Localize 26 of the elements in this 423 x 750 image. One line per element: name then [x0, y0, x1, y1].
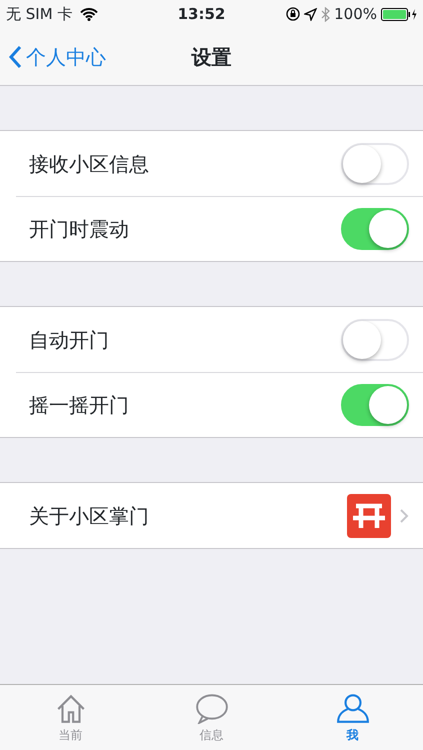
app-logo-icon [347, 494, 391, 538]
back-chevron-icon [8, 45, 22, 69]
tab-item[interactable]: 信息 [141, 685, 282, 750]
tab-item[interactable]: 我 [282, 685, 423, 750]
back-button[interactable]: 个人中心 [0, 42, 114, 72]
time-text: 13:52 [178, 4, 226, 23]
bluetooth-icon [321, 6, 330, 22]
setting-label: 自动开门 [29, 326, 110, 354]
battery-text: 100% [334, 4, 377, 25]
about-row[interactable]: 关于小区掌门 [0, 483, 423, 548]
toggle-switch[interactable] [341, 384, 409, 426]
setting-label: 开门时震动 [29, 216, 130, 242]
toggle-switch[interactable] [341, 208, 409, 250]
nav-title: 设置 [192, 45, 232, 69]
location-icon [304, 8, 318, 20]
chat-bubble-icon [194, 692, 228, 724]
person-icon [336, 692, 370, 724]
setting-label: 关于小区掌门 [29, 502, 150, 530]
rotation-lock-icon [286, 7, 300, 21]
battery-charging-icon [381, 8, 417, 20]
carrier-text: 无 SIM 卡 [6, 4, 72, 25]
setting-label: 摇一摇开门 [29, 392, 130, 418]
tab-item[interactable]: 当前 [0, 685, 141, 750]
setting-label: 接收小区信息 [29, 150, 150, 178]
chevron-icon [399, 508, 409, 524]
wifi-icon [80, 8, 98, 20]
